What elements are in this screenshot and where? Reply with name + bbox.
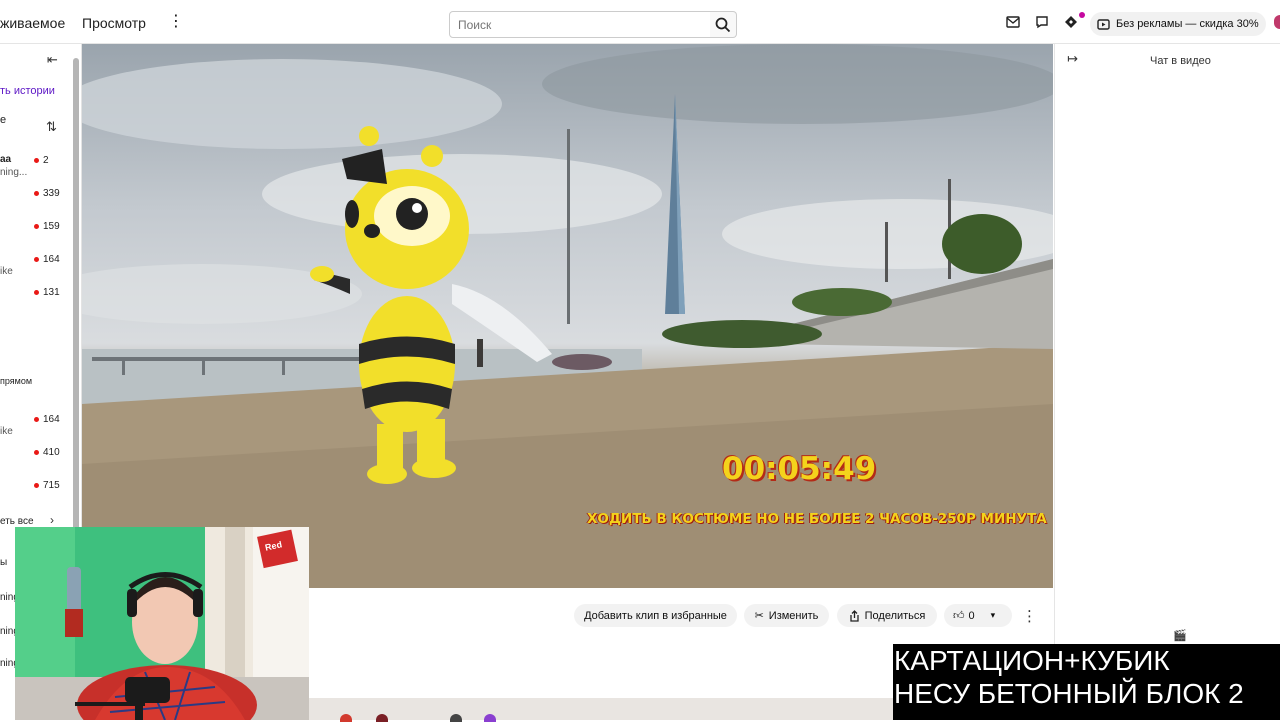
channel-name: аа — [0, 154, 12, 165]
kebab-icon[interactable]: ⋮ — [168, 12, 184, 32]
sort-icon[interactable]: ⇅ — [46, 119, 57, 135]
edit-label: Изменить — [768, 609, 819, 622]
sidebar-scrollbar[interactable] — [73, 58, 79, 546]
search-icon — [715, 17, 731, 32]
stream-overlay-text: ХОДИТЬ В КОСТЮМЕ НО НЕ БОЛЕЕ 2 ЧАСОВ-250… — [587, 511, 1047, 527]
collapse-left-icon[interactable]: ⇤ — [47, 52, 58, 68]
live-dot — [34, 483, 39, 488]
viewer-count: 2 — [34, 155, 49, 166]
add-clip-button[interactable]: Добавить клип в избранные — [574, 604, 737, 627]
viewer-count: 164 — [34, 414, 60, 425]
search-button[interactable] — [710, 11, 737, 38]
clip-icon[interactable]: 🎬 — [1173, 629, 1187, 642]
stream-timer: 00:05:49 — [722, 451, 877, 487]
taskbar-icon[interactable] — [340, 714, 352, 722]
share-label: Поделиться — [864, 609, 926, 622]
viewer-count: 159 — [34, 221, 60, 232]
viewer-count: 410 — [34, 447, 60, 458]
viewer-count: 339 — [34, 188, 60, 199]
live-section-label: прямом — [0, 376, 33, 386]
viewer-count: 715 — [34, 480, 60, 491]
top-bar: живаемое Просмотр ⋮ Без рекламы — скидка… — [0, 0, 1280, 44]
section-label: е — [0, 114, 7, 126]
taskbar-icon[interactable] — [376, 714, 388, 722]
taskbar-strip — [300, 698, 900, 722]
notification-badge — [1079, 12, 1085, 18]
webcam-frame — [15, 527, 309, 720]
ad-free-icon — [1097, 18, 1110, 30]
add-clip-label: Добавить клип в избранные — [584, 609, 727, 622]
channel-category: ike — [0, 426, 13, 437]
caption-line-1: КАРТАЦИОН+КУБИК — [894, 645, 1170, 676]
live-dot — [34, 450, 39, 455]
inbox-icon[interactable] — [1005, 14, 1021, 30]
collapse-right-icon[interactable]: ↦ — [1067, 51, 1078, 67]
more-icon[interactable]: ⋮ — [1022, 607, 1037, 625]
history-link[interactable]: ть истории — [0, 85, 55, 97]
scissors-icon: ✂ — [754, 610, 764, 622]
like-count: 0 — [968, 609, 975, 622]
viewer-count: 164 — [34, 254, 60, 265]
channel-category: ning... — [0, 167, 28, 178]
edit-button[interactable]: ✂ Изменить — [744, 604, 829, 627]
thumbs-up-icon: 👍︎ — [953, 610, 965, 622]
video-frame — [82, 44, 1053, 588]
nav-browse[interactable]: Просмотр — [82, 15, 146, 31]
taskbar-icon[interactable] — [450, 714, 462, 722]
chat-panel: ↦ Чат в видео 🎬 — [1054, 44, 1280, 644]
search-input[interactable] — [450, 12, 710, 37]
share-button[interactable]: Поделиться — [837, 604, 937, 627]
viewer-count: 131 — [34, 287, 60, 298]
stream-caption: КАРТАЦИОН+КУБИК НЕСУ БЕТОННЫЙ БЛОК 2 — [893, 644, 1280, 720]
live-dot — [34, 158, 39, 163]
video-player[interactable]: 00:05:49 ХОДИТЬ В КОСТЮМЕ НО НЕ БОЛЕЕ 2 … — [82, 44, 1053, 588]
sidebar-tail-label: ы — [0, 557, 8, 568]
search-box — [449, 11, 711, 38]
prime-icon[interactable] — [1063, 14, 1079, 30]
taskbar-icon[interactable] — [484, 714, 496, 722]
live-dot — [34, 290, 39, 295]
caption-line-2: НЕСУ БЕТОННЫЙ БЛОК 2 — [894, 678, 1244, 709]
chevron-down-icon[interactable]: ▾ — [991, 610, 996, 621]
share-icon — [849, 609, 859, 622]
live-dot — [34, 191, 39, 196]
nav-following[interactable]: живаемое — [0, 15, 65, 31]
avatar[interactable] — [1274, 15, 1280, 29]
chevron-right-icon[interactable]: › — [50, 513, 54, 527]
live-dot — [34, 257, 39, 262]
ad-free-label: Без рекламы — скидка 30% — [1116, 18, 1259, 30]
show-all-link[interactable]: еть все — [0, 516, 34, 527]
channel-category: ike — [0, 266, 13, 277]
ad-free-button[interactable]: Без рекламы — скидка 30% — [1090, 12, 1266, 36]
live-dot — [34, 417, 39, 422]
chat-bubble-icon[interactable] — [1034, 14, 1050, 30]
chat-title: Чат в видео — [1150, 55, 1211, 67]
webcam-overlay: Red — [15, 527, 309, 720]
like-button[interactable]: 👍︎ 0 ▾ — [944, 604, 1012, 627]
live-dot — [34, 224, 39, 229]
